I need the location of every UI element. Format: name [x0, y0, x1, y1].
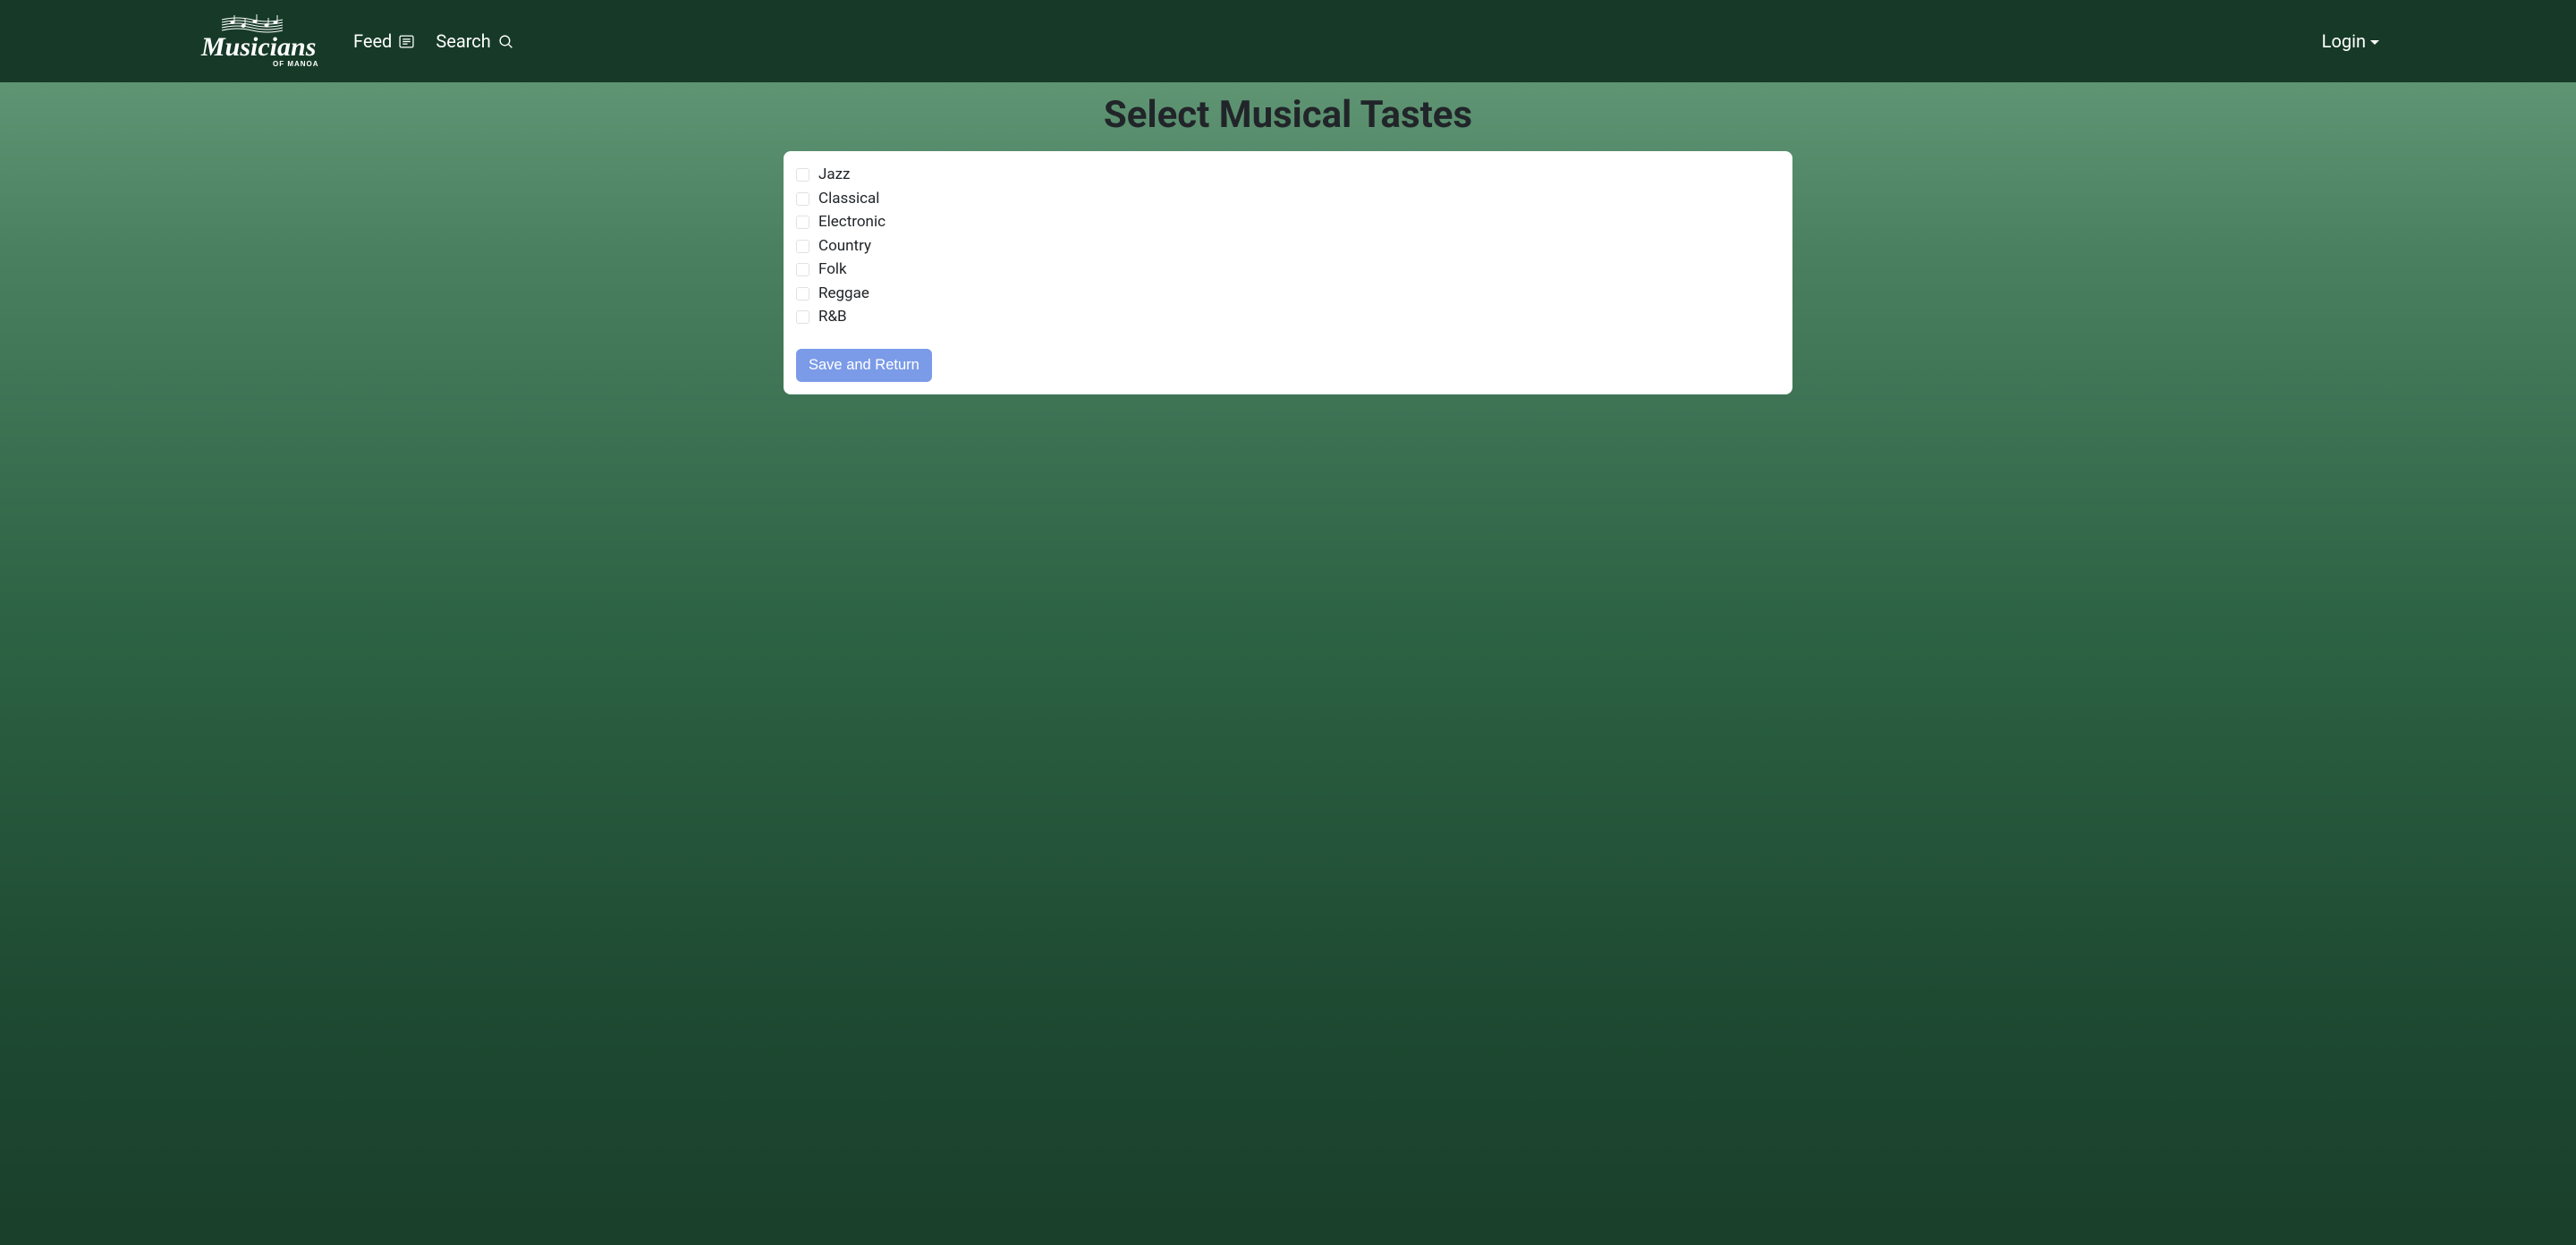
checkbox-item-jazz: Jazz [796, 164, 1780, 187]
search-icon [498, 34, 513, 49]
checkbox-item-classical: Classical [796, 188, 1780, 211]
checkbox-label[interactable]: Folk [818, 258, 847, 282]
checkbox-jazz[interactable] [796, 168, 809, 182]
login-label: Login [2322, 30, 2366, 52]
chevron-down-icon [2370, 40, 2379, 45]
svg-text:OF MANOA: OF MANOA [273, 60, 319, 68]
checkbox-electronic[interactable] [796, 216, 809, 229]
checkbox-label[interactable]: Country [818, 235, 871, 258]
navbar-right: Login [2322, 30, 2558, 52]
search-nav-link[interactable]: Search [436, 30, 513, 52]
musicians-of-manoa-logo-icon: Musicians OF MANOA [197, 13, 326, 71]
tastes-card: Jazz Classical Electronic Country Folk R… [784, 151, 1792, 394]
checkbox-rnb[interactable] [796, 310, 809, 324]
nav-links: Feed Search [353, 30, 513, 52]
checkbox-classical[interactable] [796, 192, 809, 206]
navbar-left: Musicians OF MANOA Feed [18, 13, 513, 71]
checkbox-label[interactable]: R&B [818, 306, 847, 329]
search-label: Search [436, 30, 490, 52]
checkbox-folk[interactable] [796, 263, 809, 276]
checkbox-list: Jazz Classical Electronic Country Folk R… [796, 164, 1780, 329]
save-and-return-button[interactable]: Save and Return [796, 349, 932, 382]
navbar: Musicians OF MANOA Feed [0, 0, 2576, 82]
checkbox-label[interactable]: Electronic [818, 211, 886, 234]
checkbox-item-rnb: R&B [796, 306, 1780, 329]
checkbox-label[interactable]: Reggae [818, 283, 869, 306]
checkbox-country[interactable] [796, 240, 809, 253]
checkbox-label[interactable]: Jazz [818, 164, 851, 187]
checkbox-item-electronic: Electronic [796, 211, 1780, 234]
checkbox-item-country: Country [796, 235, 1780, 258]
page-title: Select Musical Tastes [0, 93, 2576, 137]
feed-list-icon [399, 34, 414, 49]
checkbox-item-folk: Folk [796, 258, 1780, 282]
checkbox-item-reggae: Reggae [796, 283, 1780, 306]
feed-label: Feed [353, 30, 392, 52]
svg-text:Musicians: Musicians [200, 32, 316, 62]
checkbox-reggae[interactable] [796, 287, 809, 301]
feed-nav-link[interactable]: Feed [353, 30, 414, 52]
login-dropdown[interactable]: Login [2322, 30, 2379, 52]
logo[interactable]: Musicians OF MANOA [18, 13, 326, 71]
checkbox-label[interactable]: Classical [818, 188, 879, 211]
